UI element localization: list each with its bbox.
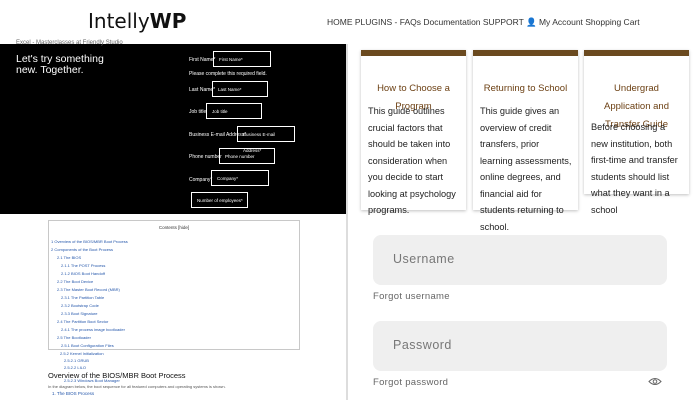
job-title-input[interactable]: Job title <box>206 103 262 119</box>
password-input[interactable]: Password <box>373 321 667 371</box>
card-description: This guide outlines crucial factors that… <box>368 106 456 215</box>
document-paragraph: In the diagram below, the boot sequence … <box>48 384 226 389</box>
toc-item[interactable]: 2.5.2.2 LILO <box>64 365 86 370</box>
toc-item[interactable]: 2.4.1 The process image bootloader <box>61 327 125 332</box>
forgot-username-link[interactable]: Forgot username <box>373 291 450 302</box>
username-input[interactable]: Username <box>373 235 667 285</box>
required-field-message: Please complete this required field. <box>189 71 267 77</box>
phone-number-input[interactable]: Phone number <box>219 148 275 164</box>
toc-item[interactable]: 2.1 The BIOS <box>57 255 81 260</box>
guide-card[interactable]: How to Choose a Program This guide outli… <box>361 50 466 215</box>
toc-item[interactable]: 2.4 The Partition Boot Sector <box>57 319 108 324</box>
toc-item[interactable]: 2.1.1 The POST Process <box>61 263 105 268</box>
forgot-password-link[interactable]: Forgot password <box>373 377 448 388</box>
toc-item[interactable]: 2.5.2 Kernel Initialization <box>60 351 104 356</box>
document-link[interactable]: 1. The BIOS Process <box>52 391 94 396</box>
table-of-contents: Contents [hide] 1 Overview of the BIOS/M… <box>48 220 300 350</box>
toc-item[interactable]: 2.3.3 Boot Signature <box>61 311 97 316</box>
card-description: Before choosing a new institution, both … <box>591 122 678 215</box>
password-placeholder: Password <box>393 338 452 352</box>
company-input[interactable]: Company* <box>211 170 269 186</box>
toc-item[interactable]: 2 Components of the Boot Process <box>51 247 113 252</box>
toc-item[interactable]: 1 Overview of the BIOS/MBR Boot Process <box>51 239 128 244</box>
company-label: Company* <box>189 177 213 183</box>
first-name-label: First Name* <box>189 57 216 63</box>
toc-item[interactable]: 2.1.2 BIOS Boot Handoff <box>61 271 105 276</box>
username-placeholder: Username <box>393 252 455 266</box>
toc-item[interactable]: 2.5 The Bootloader <box>57 335 91 340</box>
card-title[interactable]: Returning to School <box>473 80 578 98</box>
intellywp-logo[interactable]: IntellyWP <box>88 9 186 33</box>
toc-item[interactable]: 2.2 The Boot Device <box>57 279 93 284</box>
document-heading: Overview of the BIOS/MBR Boot Process <box>48 371 186 380</box>
toc-item[interactable]: 2.5.1 Boot Configuration Files <box>61 343 114 348</box>
toc-title[interactable]: Contents [hide] <box>49 225 299 230</box>
toc-item[interactable]: 2.3 The Master Boot Record (MBR) <box>57 287 120 292</box>
breadcrumb: Excel - Masterclasses at Friendly Studio <box>16 40 123 46</box>
form-tagline: Let's try something new. Together. <box>16 53 104 76</box>
toc-item[interactable]: 2.3.1 The Partition Table <box>61 295 104 300</box>
business-email-input[interactable]: Business E-mail Address* <box>237 126 295 153</box>
job-title-label: Job title <box>189 109 207 115</box>
toc-item[interactable]: 2.3.2 Bootstrap Code <box>61 303 99 308</box>
guide-card[interactable]: Returning to School This guide gives an … <box>473 50 578 232</box>
card-description: This guide gives an overview of credit t… <box>480 106 572 232</box>
toc-item[interactable]: 2.5.2.1 GRUB <box>64 358 89 363</box>
main-nav[interactable]: HOME PLUGINS - FAQs Documentation SUPPOR… <box>327 17 640 28</box>
phone-number-label: Phone number <box>189 154 222 160</box>
guide-card[interactable]: Undergrad Application and Transfer Guide… <box>584 50 689 215</box>
first-name-input[interactable]: First Name* <box>213 51 271 67</box>
last-name-input[interactable]: Last Name* <box>212 81 268 97</box>
show-password-eye-icon[interactable] <box>648 377 662 386</box>
employees-select[interactable]: Number of employees* <box>191 192 248 208</box>
